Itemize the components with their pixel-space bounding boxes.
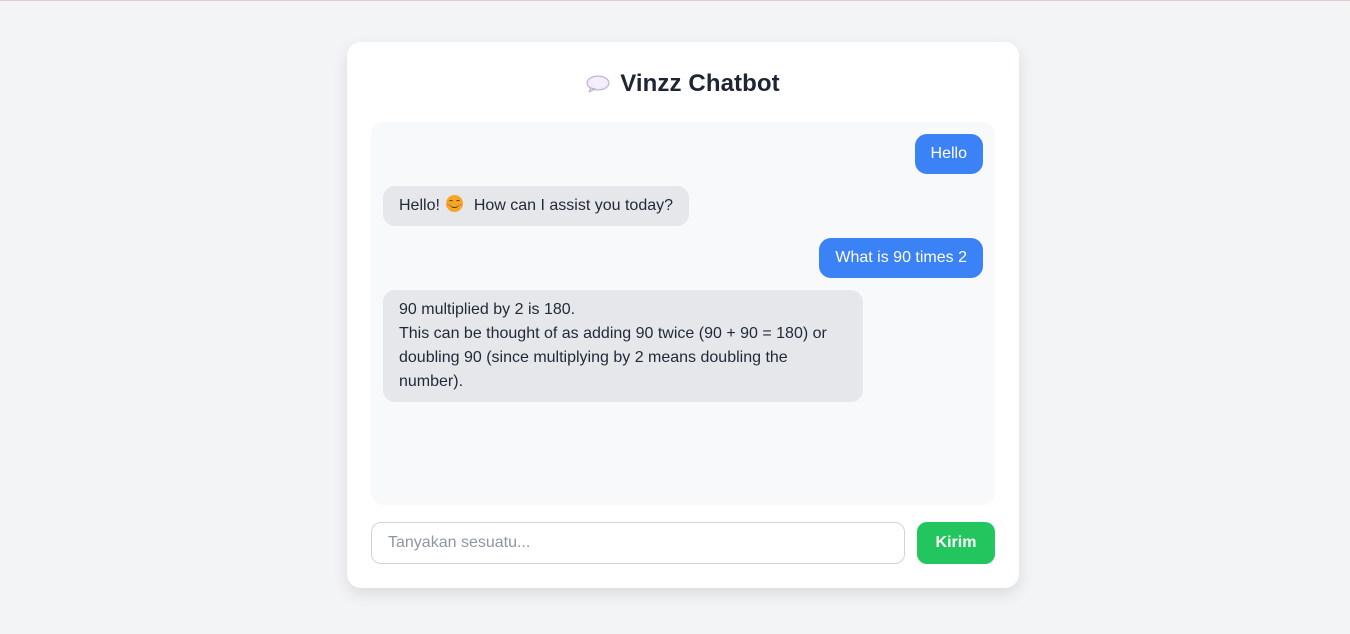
message-input[interactable]: [371, 522, 905, 564]
bot-message-line: This can be thought of as adding 90 twic…: [399, 325, 827, 390]
speech-balloon-icon: [586, 75, 610, 93]
composer: Kirim: [371, 522, 995, 564]
chat-card: Vinzz Chatbot Hello Hello! How can I ass…: [347, 42, 1019, 588]
user-message: Hello: [914, 134, 983, 174]
smiling-face-icon: [446, 195, 464, 212]
top-border-line: [0, 0, 1350, 1]
bot-message: Hello! How can I assist you today?: [383, 186, 690, 226]
user-message: What is 90 times 2: [819, 238, 983, 278]
bot-message-line: 90 multiplied by 2 is 180.: [399, 301, 576, 318]
bot-message-text: Hello!: [399, 197, 440, 214]
bot-message: 90 multiplied by 2 is 180. This can be t…: [383, 290, 863, 402]
chat-messages[interactable]: Hello Hello! How can I assist you today?…: [371, 122, 995, 505]
header: Vinzz Chatbot: [347, 68, 1019, 100]
send-button[interactable]: Kirim: [917, 522, 995, 564]
page-title: Vinzz Chatbot: [620, 70, 780, 97]
bot-message-text: How can I assist you today?: [473, 197, 674, 214]
